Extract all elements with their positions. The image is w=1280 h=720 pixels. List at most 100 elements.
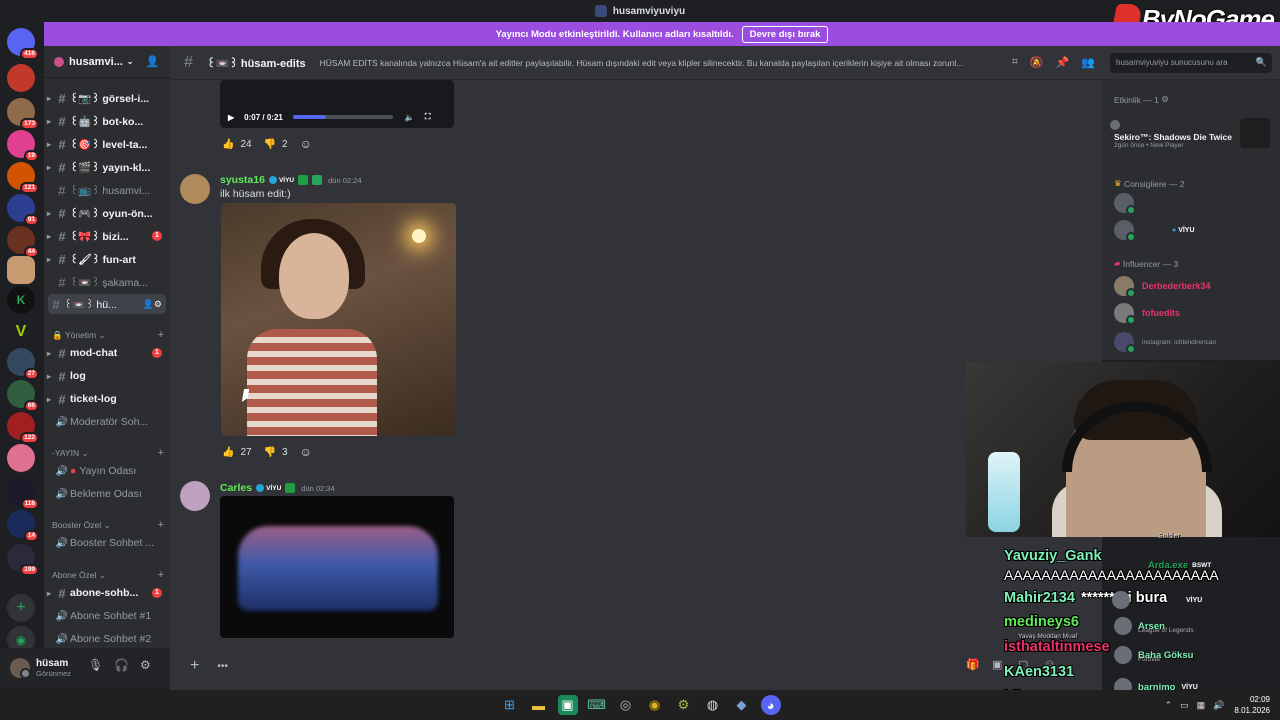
server-icon[interactable]: 19 (7, 130, 39, 162)
member-item[interactable]: ● VİYU (1114, 220, 1274, 242)
volume-icon[interactable]: 🔈 (405, 113, 415, 122)
avatar[interactable] (180, 174, 210, 204)
headphones-icon[interactable]: 🎧 (114, 658, 129, 672)
terminal-icon[interactable]: ⌨ (587, 695, 607, 715)
gif-attachment[interactable] (221, 203, 456, 436)
server-icon[interactable]: 44 (7, 226, 39, 258)
channel-topic[interactable]: HÜSAM EDİTS kanalında yalnızca Hüsam'a a… (320, 58, 1000, 68)
play-icon[interactable]: ▶ (228, 113, 234, 122)
add-reaction-icon[interactable]: ☺ (300, 137, 312, 151)
channel-item[interactable]: ▸ # ꒰🎮꒱ oyun-ön... (44, 203, 166, 223)
voice-channel[interactable]: 🔊 Bekleme Odası (44, 484, 166, 504)
channel-item[interactable]: ▸ # abone-sohb... 1 (44, 583, 166, 603)
member-item[interactable]: instagram: ichbindirencan (1114, 332, 1274, 354)
windows-start-icon[interactable]: ⊞ (500, 695, 520, 715)
server-icon[interactable]: 122 (7, 412, 39, 444)
add-channel-icon[interactable]: + (158, 569, 164, 581)
message-author[interactable]: Carles (220, 482, 252, 494)
add-attachment-icon[interactable]: + (190, 657, 199, 675)
channel-item[interactable]: ▸ # ꒰🤖꒱ bot-ko... (44, 111, 166, 131)
search-input[interactable]: husamviyuviyu sunucusunu ara 🔍 (1110, 53, 1272, 73)
app-icon[interactable]: ◆ (732, 695, 752, 715)
message-author[interactable]: syusta16 (220, 174, 265, 186)
server-icon[interactable] (7, 444, 35, 472)
app-icon[interactable]: ⚙ (674, 695, 694, 715)
server-icon[interactable]: 121 (7, 162, 39, 194)
chevron-up-icon[interactable]: ⌃ (1165, 700, 1173, 711)
voice-channel[interactable]: 🔊 Booster Sohbet ... (44, 533, 166, 553)
voice-channel[interactable]: 🔊 Abone Sohbet #2 (44, 629, 166, 648)
channel-item[interactable]: # ꒰📼꒱ şakama... (44, 272, 166, 292)
voice-channel[interactable]: 🔊 Abone Sohbet #1 (44, 606, 166, 626)
voice-channel[interactable]: 🔊 Moderatör Soh... (44, 412, 166, 432)
reaction-thumbs-down[interactable]: 👎 3 (264, 447, 288, 458)
add-reaction-icon[interactable]: ☺ (300, 445, 312, 459)
server-icon[interactable]: 173 (7, 98, 39, 130)
add-friend-icon[interactable]: 👤 (146, 55, 160, 68)
volume-icon[interactable]: 🔊 (1213, 700, 1224, 711)
gift-icon[interactable]: 🎁 (966, 658, 980, 671)
chrome-icon[interactable]: ◉ (645, 695, 665, 715)
channel-item-selected[interactable]: # ꒰📼꒱ hü... 👤⚙ (48, 294, 166, 314)
add-channel-icon[interactable]: + (158, 329, 164, 341)
category-yayin[interactable]: -YAYIN ⌄ + (52, 447, 164, 459)
tray-app-icon[interactable]: ▭ (1180, 700, 1189, 711)
fullscreen-icon[interactable]: ⛶ (425, 112, 431, 122)
channel-item[interactable]: ▸ # ticket-log (44, 389, 166, 409)
category-booster[interactable]: Booster Özel ⌄ + (52, 519, 164, 531)
steam-icon[interactable]: ◎ (616, 695, 636, 715)
server-icon[interactable]: 14 (7, 510, 39, 542)
server-icon[interactable]: K (7, 286, 35, 314)
server-icon[interactable] (7, 256, 35, 284)
server-icon[interactable] (7, 64, 35, 92)
add-server-icon[interactable]: + (7, 594, 35, 622)
home-icon[interactable]: 416 (7, 28, 39, 60)
video-attachment[interactable]: ▶ 0:07 / 0:21 🔈 ⛶ (220, 80, 454, 128)
wifi-icon[interactable]: ▦ (1197, 700, 1206, 711)
channel-item[interactable]: ▸ # ꒰🎯꒱ level-ta... (44, 134, 166, 154)
notification-bell-icon[interactable]: 🔕 (1030, 56, 1044, 69)
pin-icon[interactable]: 📌 (1056, 56, 1070, 69)
disable-streamer-mode-button[interactable]: Devre dışı bırak (741, 25, 829, 43)
reaction-thumbs-up[interactable]: 👍 24 (222, 139, 252, 150)
avatar[interactable] (180, 481, 210, 511)
channel-item[interactable]: ▸ # ꒰📷꒱ görsel-i... (44, 88, 166, 108)
server-icon[interactable]: 199 (7, 544, 39, 576)
member-list-icon[interactable]: 👥 (1081, 56, 1095, 69)
server-icon[interactable]: 27 (7, 348, 39, 380)
channel-item[interactable]: # ꒰📺꒱ husamvi... (44, 180, 166, 200)
reaction-thumbs-up[interactable]: 👍 27 (222, 447, 252, 458)
server-icon[interactable]: 116 (7, 478, 39, 510)
category-yonetim[interactable]: 🔒 Yönetim ⌄ + (52, 329, 164, 341)
server-icon[interactable]: V (7, 318, 35, 346)
threads-icon[interactable]: ⌗ (1012, 56, 1018, 69)
reaction-thumbs-down[interactable]: 👎 2 (264, 139, 288, 150)
video-progress-bar[interactable] (292, 115, 393, 119)
member-item[interactable]: fofuedits (1114, 303, 1274, 325)
member-item[interactable]: Derbederberk34 (1114, 276, 1274, 298)
file-explorer-icon[interactable]: ▬ (529, 695, 549, 715)
avatar[interactable] (10, 658, 31, 679)
invite-gear-icon[interactable]: 👤⚙ (143, 299, 162, 310)
activity-card[interactable]: Sekiro™: Shadows Die Twice 2gün önce • N… (1110, 118, 1270, 154)
add-channel-icon[interactable]: + (158, 447, 164, 459)
video-attachment[interactable] (220, 496, 454, 638)
channel-item[interactable]: ▸ # ꒰🖌꒱ fun-art (44, 249, 166, 269)
server-icon[interactable]: 91 (7, 194, 39, 226)
discord-icon[interactable]: ◕ (760, 695, 781, 715)
settings-gear-icon[interactable]: ⚙ (140, 658, 151, 672)
clock[interactable]: 02:09 8.01.2026 (1234, 694, 1270, 716)
server-icon[interactable]: 66 (7, 380, 39, 412)
add-channel-icon[interactable]: + (158, 519, 164, 531)
channel-item[interactable]: ▸ # ꒰🎀꒱ bizi... 1 (44, 226, 166, 246)
obs-icon[interactable]: ◍ (703, 695, 723, 715)
member-item[interactable] (1114, 193, 1274, 215)
voice-channel[interactable]: 🔊 ● Yayın Odası (44, 461, 166, 481)
channel-item[interactable]: ▸ # ꒰🎬꒱ yayın-kl... (44, 157, 166, 177)
microphone-icon[interactable]: 🎙 (88, 658, 103, 672)
channel-item[interactable]: ▸ # mod-chat 1 (44, 343, 166, 363)
server-header[interactable]: husamvi... ⌄ 👤 (44, 46, 170, 78)
app-icon[interactable]: ▣ (557, 695, 578, 715)
category-abone[interactable]: Abone Özel ⌄ + (52, 569, 164, 581)
channel-item[interactable]: ▸ # log (44, 366, 166, 386)
